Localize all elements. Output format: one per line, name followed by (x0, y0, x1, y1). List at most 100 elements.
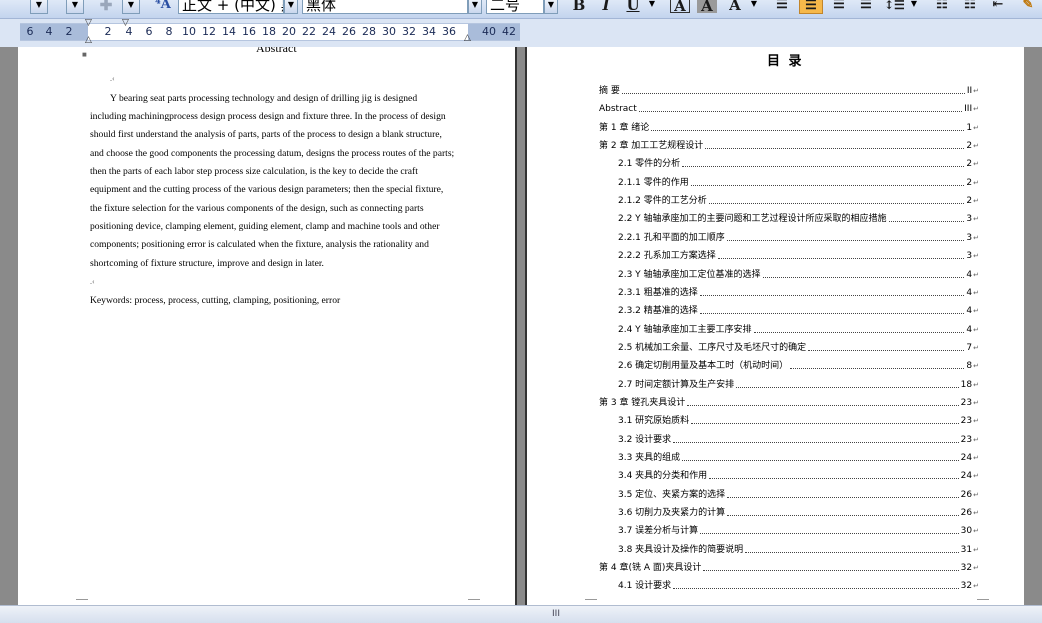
toc-entry-label: 第 2 章 加工工艺规程设计 (599, 141, 704, 152)
char-shading-icon[interactable]: A (697, 0, 717, 14)
paragraph-mark-icon: ↵ (973, 472, 979, 481)
increase-indent-icon[interactable]: ✎ (1018, 0, 1038, 14)
paragraph-mark: .‹ (110, 74, 115, 83)
toc-entry[interactable]: 3.8 夹具设计及操作的简要说明 31 ↵ (618, 542, 979, 556)
underline-dropdown-icon[interactable]: ▼ (646, 0, 658, 14)
align-right-icon[interactable]: ☰ (829, 0, 849, 14)
paragraph-mark-icon: ↵ (973, 454, 979, 462)
style-select[interactable]: 正文 + (中文) 黑 (178, 0, 284, 14)
font-color-dropdown-icon[interactable]: ▼ (748, 0, 760, 14)
toc-entry[interactable]: 2.2.1 孔和平面的加工顺序 3 ↵ (618, 230, 979, 244)
numbering-icon[interactable]: ☷ (932, 0, 952, 14)
toc-entry-label: 3.3 夹具的组成 (618, 453, 681, 463)
ruler-tick: 4 (45, 25, 53, 38)
ruler-tick: 18 (262, 25, 276, 38)
toc-entry[interactable]: 摘 要 II ↵ (599, 83, 979, 97)
scrollbar-thumb[interactable]: III (546, 609, 566, 619)
toc-entry[interactable]: 2.3.2 精基准的选择 4 ↵ (618, 303, 979, 317)
toc-entry-page: 1 (966, 122, 973, 133)
abstract-line: components; positioning error is calcula… (90, 239, 429, 250)
hanging-indent-marker[interactable]: ▽ (122, 19, 129, 28)
new-style-icon[interactable]: ✚ (96, 0, 116, 14)
toc-entry[interactable]: 2.1 零件的分析 2 ↵ (618, 156, 979, 170)
toc-entry[interactable]: 3.5 定位、夹紧方案的选择 26 ↵ (618, 487, 979, 501)
toolbar-options-icon[interactable]: ▼ (66, 0, 84, 14)
chevron-down-icon[interactable]: ▼ (30, 0, 48, 14)
toc-entry[interactable]: 2.2 Y 轴轴承座加工的主要问题和工艺过程设计所应采取的相应措施 3 ↵ (618, 211, 979, 225)
font-dropdown-icon[interactable]: ▼ (468, 0, 482, 14)
horizontal-ruler[interactable]: 6 4 2 2 4 6 8 10 12 14 16 18 20 22 24 26… (0, 19, 1042, 47)
toc-entry-label: 3.7 误差分析与计算 (618, 526, 699, 537)
horizontal-scrollbar[interactable]: III (0, 605, 1042, 623)
toc-entry[interactable]: 第 1 章 绪论 1 ↵ (599, 120, 979, 134)
ruler-tick: 12 (202, 25, 216, 38)
ruler-tick: 30 (382, 25, 396, 38)
toc-leader-dots (790, 368, 965, 370)
toc-entry[interactable]: 3.3 夹具的组成 24 ↵ (618, 450, 979, 464)
italic-icon[interactable]: I (597, 0, 615, 14)
bold-icon[interactable]: B (570, 0, 588, 14)
align-center-icon[interactable]: ☰ (799, 0, 823, 14)
style-dropdown-icon[interactable]: ▼ (284, 0, 298, 14)
paragraph-mark-icon: ↵ (973, 343, 979, 352)
toc-entry[interactable]: 2.3.1 粗基准的选择 4 ↵ (618, 285, 979, 299)
toc-leader-dots (621, 93, 965, 94)
justify-icon[interactable]: ☰ (856, 0, 876, 14)
abstract-line: positioning device, clamping element, gu… (90, 221, 440, 232)
paragraph-mark-icon: ↵ (973, 142, 979, 151)
toc-title: 目 录 (767, 54, 804, 69)
toc-entry-page: III (964, 104, 973, 115)
toolbar-options-icon-2[interactable]: ▼ (122, 0, 140, 14)
toc-entry[interactable]: 2.1.2 零件的工艺分析 2 ↵ (618, 193, 979, 207)
toc-entry-label: 第 4 章(铣 A 面)夹具设计 (599, 563, 702, 574)
toc-entry[interactable]: 3.7 误差分析与计算 30 ↵ (618, 523, 979, 537)
toc-entry[interactable]: 2.1.1 零件的作用 2 ↵ (618, 175, 979, 189)
toc-entry[interactable]: 第 3 章 镗孔夹具设计 23 ↵ (599, 395, 979, 409)
right-indent-marker[interactable]: △ (464, 34, 471, 43)
toc-entry[interactable]: 3.2 设计要求 23 ↵ (618, 432, 979, 446)
abstract-line: including machiningprocess design proces… (90, 111, 446, 122)
paragraph-mark-icon: ↵ (973, 362, 979, 371)
toc-entry[interactable]: 2.4 Y 轴轴承座加工主要工序安排 4 ↵ (618, 322, 979, 336)
document-page-left[interactable]: Abstract ■ .‹ Y bearing seat parts proce… (18, 47, 517, 605)
font-size-select[interactable]: 二号 (486, 0, 544, 14)
font-select[interactable]: 黑体 (302, 0, 468, 14)
char-border-icon[interactable]: A (670, 0, 690, 14)
toc-entry[interactable]: Abstract III ↵ (599, 101, 979, 115)
toc-entry[interactable]: 3.4 夹具的分类和作用 24 ↵ (618, 468, 979, 482)
align-left-icon[interactable]: ☰ (772, 0, 792, 14)
line-spacing-icon[interactable]: ↕☰ (884, 0, 905, 14)
toc-entry[interactable]: 4.1 设计要求 32 ↵ (618, 578, 979, 592)
toc-entry-page: 23 (960, 397, 973, 408)
toc-entry[interactable]: 第 4 章(铣 A 面)夹具设计 32 ↵ (599, 560, 979, 574)
font-size-dropdown-icon[interactable]: ▼ (544, 0, 558, 14)
decrease-indent-icon[interactable]: ⇤ (988, 0, 1008, 14)
toc-entry[interactable]: 2.3 Y 轴轴承座加工定位基准的选择 4 ↵ (618, 267, 979, 281)
toc-entry[interactable]: 3.6 切削力及夹紧力的计算 26 ↵ (618, 505, 979, 519)
bullets-icon[interactable]: ☷ (960, 0, 980, 14)
underline-icon[interactable]: U (624, 0, 642, 14)
left-indent-marker[interactable]: △ (85, 36, 92, 45)
toc-entry[interactable]: 2.2.2 孔系加工方案选择 3 ↵ (618, 248, 979, 262)
toc-entry[interactable]: 第 2 章 加工工艺规程设计 2 ↵ (599, 138, 979, 152)
font-color-icon[interactable]: A (725, 0, 745, 14)
toc-entry-page: II (966, 86, 973, 96)
styles-pane-icon[interactable]: ⁴A (152, 0, 174, 14)
paragraph-mark-icon: ↵ (973, 509, 979, 518)
document-page-right[interactable]: 目 录 摘 要 II ↵ Abstract III ↵ 第 1 章 绪论 1 ↵ 第 2 章 加工… (525, 47, 1024, 605)
toc-entry[interactable]: 2.6 确定切削用量及基本工时（机动时间） 8 ↵ (618, 358, 979, 372)
toc-leader-dots (703, 570, 959, 572)
ruler-tick: 6 (145, 25, 153, 38)
toc-entry[interactable]: 3.1 研究原始质料 23 ↵ (618, 413, 979, 427)
first-line-indent-marker[interactable]: ▽ (85, 19, 92, 28)
toc-entry-page: 4 (966, 287, 973, 298)
toc-entry-label: 2.3.1 粗基准的选择 (618, 287, 698, 298)
toc-entry-page: 4 (966, 324, 973, 335)
toc-entry-label: 3.4 夹具的分类和作用 (618, 471, 708, 482)
toc-leader-dots (709, 478, 959, 480)
toc-entry[interactable]: 2.5 机械加工余量、工序尺寸及毛坯尺寸的确定 7 ↵ (618, 340, 979, 354)
line-spacing-dropdown-icon[interactable]: ▼ (908, 0, 920, 14)
toc-entry-label: 2.1 零件的分析 (618, 159, 681, 170)
abstract-line: and choose the good components the proce… (90, 148, 455, 159)
toc-entry[interactable]: 2.7 时间定额计算及生产安排 18 ↵ (618, 377, 979, 391)
